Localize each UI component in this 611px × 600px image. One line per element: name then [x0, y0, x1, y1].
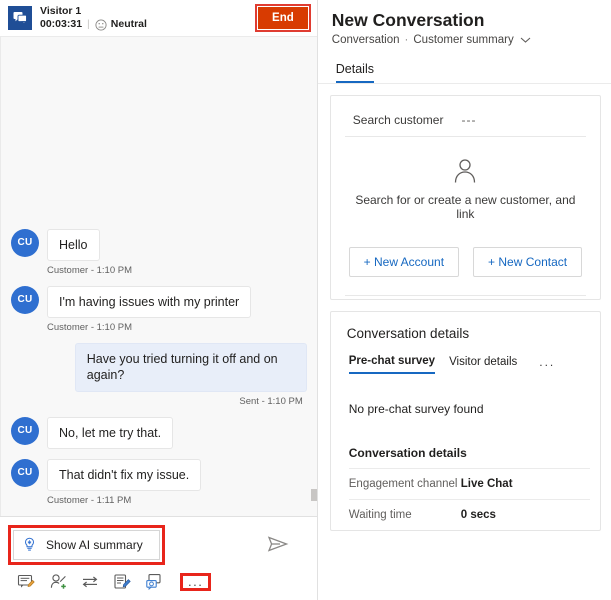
- breadcrumb-current[interactable]: Customer summary: [413, 34, 513, 46]
- more-options-label: ...: [188, 574, 204, 589]
- send-message-button[interactable]: [263, 531, 293, 560]
- conversation-details-section-title: Conversation details: [348, 446, 467, 460]
- lightbulb-icon: [22, 537, 37, 553]
- person-outline-icon: [345, 157, 586, 185]
- message-list[interactable]: CU Hello Customer - 1:10 PM CU I'm havin…: [0, 36, 317, 516]
- search-customer-row[interactable]: Search customer ---: [331, 96, 600, 136]
- composer-toolbar: ...: [8, 565, 307, 596]
- message-row: CU No, let me try that.: [11, 416, 307, 449]
- new-account-button[interactable]: + New Account: [348, 247, 460, 277]
- avatar: CU: [11, 228, 39, 257]
- visitor-meta: Visitor 1 00:03:31 | Neutral: [40, 5, 147, 31]
- message-bubble: I'm having issues with my printer: [47, 285, 252, 318]
- message-bubble: Have you tried turning it off and on aga…: [74, 343, 307, 392]
- ai-summary-label: Show AI summary: [46, 538, 143, 552]
- breadcrumb: Conversation · Customer summary: [332, 34, 601, 46]
- search-customer-value: ---: [461, 113, 477, 127]
- sentiment-label: Neutral: [110, 18, 147, 30]
- message-row: CU That didn't fix my issue.: [11, 458, 307, 491]
- tab-visitor-details[interactable]: Visitor details: [449, 356, 517, 373]
- message-bubble: That didn't fix my issue.: [47, 458, 202, 491]
- customer-empty-state: Search for or create a new customer, and…: [331, 137, 600, 237]
- ai-summary-highlight: Show AI summary: [8, 525, 165, 565]
- tab-details[interactable]: Details: [335, 62, 374, 83]
- conversation-field-list: Engagement channel Live Chat Waiting tim…: [331, 468, 600, 530]
- message-group: Have you tried turning it off and on aga…: [11, 333, 307, 407]
- message-row: Have you tried turning it off and on aga…: [11, 343, 307, 392]
- end-conversation-button[interactable]: End: [258, 6, 308, 30]
- breadcrumb-parent[interactable]: Conversation: [332, 34, 400, 46]
- details-tabs: Details: [318, 60, 611, 83]
- note-icon[interactable]: [16, 572, 36, 592]
- field-value: 0 secs: [460, 509, 496, 521]
- message-meta: Customer - 1:11 PM: [47, 495, 132, 506]
- quick-reply-icon[interactable]: [112, 572, 132, 592]
- avatar: CU: [11, 458, 39, 487]
- customer-action-buttons: + New Account + New Contact: [331, 237, 600, 295]
- table-row: Engagement channel Live Chat: [348, 468, 590, 499]
- message-group: CU I'm having issues with my printer Cus…: [11, 276, 307, 333]
- composer-row: Show AI summary: [8, 525, 307, 565]
- search-customer-label: Search customer: [352, 113, 444, 127]
- chat-duration: 00:03:31: [40, 18, 83, 30]
- field-key: Engagement channel: [348, 478, 458, 490]
- new-contact-button[interactable]: + New Contact: [473, 247, 583, 277]
- tab-pre-chat-survey[interactable]: Pre-chat survey: [348, 355, 436, 374]
- conversation-details-card: Conversation details Pre-chat survey Vis…: [329, 311, 601, 531]
- neutral-face-icon: [95, 19, 107, 31]
- message-meta: Customer - 1:10 PM: [47, 322, 132, 333]
- table-row: Waiting time 0 secs: [348, 499, 590, 530]
- message-group: CU Hello Customer - 1:10 PM: [11, 219, 307, 276]
- visitor-name: Visitor 1: [40, 4, 82, 17]
- details-panel: New Conversation Conversation · Customer…: [317, 0, 611, 600]
- message-meta: Customer - 1:10 PM: [47, 264, 132, 276]
- page-title: New Conversation: [331, 10, 485, 30]
- end-button-highlight: End: [255, 3, 311, 33]
- message-group: CU No, let me try that.: [11, 407, 307, 449]
- conversation-tabs-more-button[interactable]: ...: [539, 355, 555, 374]
- pre-chat-survey-empty-text: No pre-chat survey found: [348, 402, 484, 416]
- more-options-highlight[interactable]: ...: [180, 573, 212, 591]
- knowledge-article-icon[interactable]: [144, 572, 164, 592]
- message-row: CU I'm having issues with my printer: [11, 285, 307, 318]
- show-ai-summary-button[interactable]: Show AI summary: [13, 530, 160, 560]
- message-bubble: No, let me try that.: [47, 416, 174, 449]
- transfer-icon[interactable]: [80, 572, 100, 592]
- details-header: New Conversation Conversation · Customer…: [318, 10, 611, 46]
- divider: [344, 295, 586, 299]
- message-composer: Show AI summary ...: [0, 516, 317, 600]
- scrollbar-thumb[interactable]: [311, 489, 317, 501]
- breadcrumb-separator: ·: [404, 34, 409, 46]
- message-row: CU Hello: [11, 228, 307, 261]
- field-key: Waiting time: [348, 509, 412, 521]
- chat-header: Visitor 1 00:03:31 | Neutral End: [0, 0, 317, 36]
- assign-user-icon[interactable]: [48, 572, 68, 592]
- avatar: CU: [11, 416, 39, 445]
- message-meta: Sent - 1:10 PM: [239, 395, 303, 407]
- chat-panel: Visitor 1 00:03:31 | Neutral End CU Hell…: [0, 0, 318, 600]
- message-group: CU That didn't fix my issue. Customer - …: [11, 449, 307, 506]
- chat-bubble-icon: [8, 6, 32, 30]
- tabs-divider: [317, 83, 611, 84]
- divider: |: [87, 18, 90, 30]
- conversation-details-title: Conversation details: [346, 326, 470, 341]
- chevron-down-icon[interactable]: [520, 36, 531, 44]
- visitor-status-row: 00:03:31 | Neutral: [40, 18, 147, 31]
- field-value: Live Chat: [460, 478, 513, 490]
- send-paper-plane-icon: [267, 535, 289, 556]
- message-bubble: Hello: [47, 228, 100, 261]
- customer-empty-text: Search for or create a new customer, and…: [355, 193, 576, 221]
- conversation-details-tabs: Pre-chat survey Visitor details ...: [331, 341, 600, 374]
- avatar: CU: [11, 285, 39, 314]
- app-window: Visitor 1 00:03:31 | Neutral End CU Hell…: [0, 0, 611, 600]
- customer-search-card: Search customer --- Search for or create…: [329, 95, 601, 300]
